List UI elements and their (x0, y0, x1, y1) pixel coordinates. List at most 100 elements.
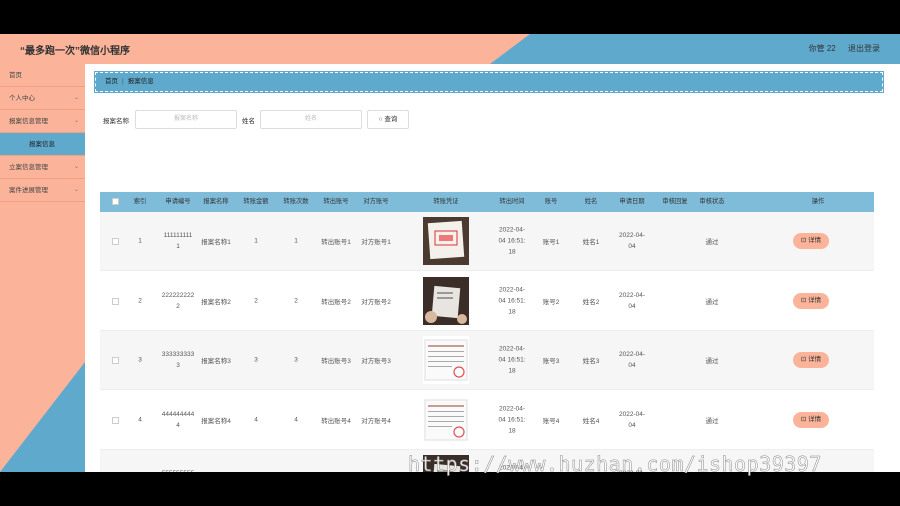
detail-button[interactable]: ⊡ 详情 (793, 233, 829, 249)
watermark: https://www.huzhan.com/ishop39397 (408, 452, 822, 477)
person-label: 姓名 (242, 118, 255, 125)
cell-name: 报案名称1 (201, 239, 231, 246)
cell-amount: 2 (254, 297, 258, 304)
cell-date: 2022-04- 04 (610, 290, 654, 312)
detail-button-label: 详情 (808, 356, 822, 363)
detail-button-label: 详情 (808, 237, 822, 244)
cell-line: 2022-04- (498, 226, 526, 234)
proof-thumbnail-document-photo[interactable] (423, 276, 469, 325)
cell-line: 18 (508, 367, 516, 375)
cell-time: 2022-04- 04 16:51: 18 (490, 344, 534, 377)
cell-line: 04 (628, 362, 636, 369)
cell-account: 账号2 (542, 298, 560, 306)
cell-date: 2022-04- 04 (610, 409, 654, 431)
cell-line: 04 (628, 302, 636, 310)
query-button-label: 查询 (384, 116, 398, 123)
column-header: 审核状态 (699, 198, 725, 205)
sidebar-item[interactable]: 首页 (0, 64, 85, 87)
sidebar-item[interactable]: 个人中心 ⌄ (0, 87, 85, 110)
cell-peer-account: 对方账号3 (361, 358, 391, 365)
cell-out-account: 转出账号4 (321, 417, 351, 425)
breadcrumb-separator: | (122, 78, 124, 85)
chevron-down-icon: ⌄ (73, 187, 79, 193)
cell-line: 2022-04- (618, 291, 646, 299)
cell-line: 18 (508, 427, 516, 434)
cell-person: 姓名2 (582, 298, 600, 306)
name-search-input[interactable]: 报案名称 (135, 110, 237, 129)
cell-line: 04 (628, 421, 636, 429)
breadcrumb-current: 报案信息 (127, 78, 154, 85)
person-search-input[interactable]: 姓名 (260, 110, 362, 129)
chevron-down-icon: ⌄ (73, 95, 79, 101)
sidebar-item-label: 首页 (9, 72, 22, 79)
table-header: 索引 申请编号 报案名称 转账金额 转账次数 转出账号 对方账号 转账凭证 转出时间 账号 姓名 申请… (100, 192, 874, 212)
cell-name: 报案名称3 (201, 358, 231, 365)
sidebar-item-label: 案件进展管理 (9, 187, 48, 194)
cell-amount: 3 (254, 356, 258, 364)
cell-line: 2022-04- (618, 232, 646, 239)
name-label: 报案名称 (103, 118, 129, 125)
proof-thumbnail-receipt-scan[interactable] (423, 395, 469, 444)
user-name[interactable]: 你管 22 (809, 44, 836, 53)
table-row: 4 444444444 4 报案名称4 4 4 转出账号4 对方账号4 2022-04- 04 1… (100, 391, 874, 450)
cell-line: 2022-04- (498, 405, 526, 412)
cell-time: 2022-04- 04 16:51: 18 (490, 403, 534, 436)
cell-count: 4 (294, 416, 298, 423)
cell-status: 通过 (705, 358, 719, 365)
detail-button[interactable]: ⊡ 详情 (793, 292, 829, 309)
column-header: 转账凭证 (433, 198, 459, 205)
cell-line: 04 16:51: (498, 356, 526, 364)
cell-line: 555555555 (156, 468, 200, 472)
breadcrumb-home[interactable]: 首页 (105, 78, 118, 85)
chevron-down-icon: ⌄ (73, 118, 79, 124)
main-content: 首页 | 报案信息 报案名称 报案名称 姓名 姓名 ○ 查询 索引 申请编号 报案名称转… (85, 64, 900, 472)
cell-person: 姓名4 (582, 417, 600, 425)
sidebar-item[interactable]: 立案信息管理 ⌄ (0, 156, 85, 179)
cell-count: 2 (294, 297, 298, 304)
detail-button-label: 详情 (808, 415, 822, 423)
sidebar-accent (0, 362, 85, 472)
cell-line: 04 16:51: (498, 416, 526, 423)
sidebar-item[interactable]: 报案信息 (0, 133, 85, 156)
chevron-down-icon: ⌄ (73, 164, 79, 170)
query-button[interactable]: ○ 查询 (367, 110, 409, 129)
proof-thumbnail-receipt-scan[interactable] (423, 336, 469, 384)
cell-out-account: 转出账号2 (321, 298, 351, 306)
detail-button[interactable]: ⊡ 详情 (793, 411, 829, 428)
detail-button[interactable]: ⊡ 详情 (793, 352, 829, 368)
cell-person: 姓名3 (582, 358, 600, 365)
cell-time: 2022-04- 04 16:51: 18 (490, 284, 534, 317)
cell-status: 通过 (705, 239, 719, 246)
cell-out-account: 转出账号1 (321, 239, 351, 246)
cell-line: 2022-04- (498, 345, 526, 353)
app-frame: “最多跑一次”微信小程序 你管 22 退出登录 首页 个人中心 ⌄ 报案信息管理 ⌄ 报案… (0, 34, 900, 472)
cell-line: 2022-04- (618, 410, 646, 418)
breadcrumb: 首页 | 报案信息 (94, 71, 884, 93)
sidebar-item[interactable]: 报案信息管理 ⌄ (0, 110, 85, 133)
cell-line: 18 (508, 248, 516, 256)
sidebar-item[interactable]: 案件进展管理 ⌄ (0, 179, 85, 202)
cell-time: 2022-04- 04 16:51: 18 (490, 225, 534, 258)
user-area: 你管 22 退出登录 (799, 43, 880, 54)
cell-line: 04 16:51: (498, 297, 526, 304)
sidebar-item-label: 立案信息管理 (9, 164, 48, 171)
cell-line: 2022-04- (618, 351, 646, 358)
cell-line: 04 16:51: (498, 237, 526, 245)
cell-count: 3 (294, 356, 298, 364)
cell-date: 2022-04- 04 (610, 349, 654, 371)
proof-thumbnail-invoice-photo[interactable] (423, 217, 469, 265)
cell-account: 账号4 (542, 417, 560, 425)
column-header: 对方账号 (363, 198, 389, 205)
logout-link[interactable]: 退出登录 (848, 44, 880, 53)
cell-amount: 1 (254, 237, 258, 245)
cell-peer-account: 对方账号4 (361, 417, 391, 425)
search-icon: ○ (378, 116, 383, 123)
sidebar-item-label: 报案信息 (29, 141, 55, 148)
cell-account: 账号3 (542, 358, 560, 365)
cell-person: 姓名1 (582, 239, 600, 246)
table-row: 1 111111111 1 报案名称1 1 1 转出账号1 对方账号1 2022-04- 04 1… (100, 212, 874, 271)
sidebar-item-label: 个人中心 (9, 95, 35, 102)
cell-status: 通过 (705, 417, 719, 425)
cell-account: 账号1 (542, 239, 560, 246)
cell-status: 通过 (705, 298, 719, 306)
